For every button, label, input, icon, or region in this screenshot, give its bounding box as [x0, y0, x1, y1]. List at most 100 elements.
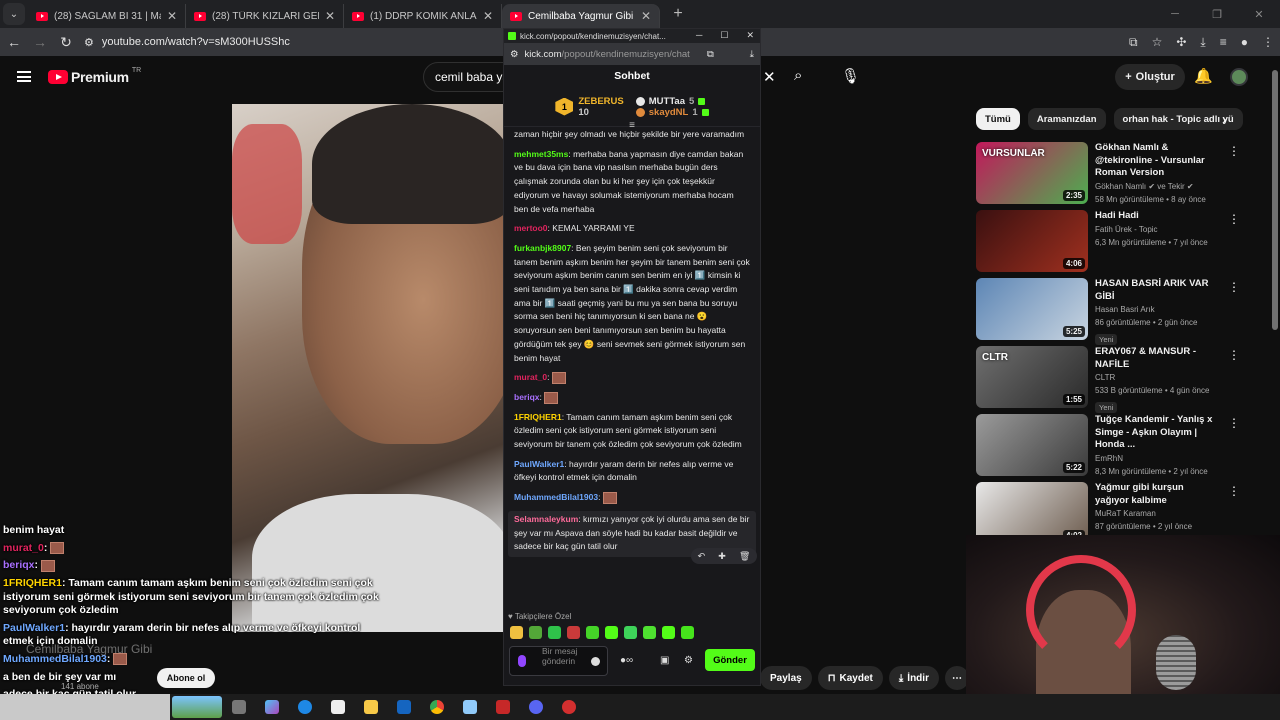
- close-window-icon[interactable]: ✕: [1238, 0, 1280, 28]
- settings-gear-icon[interactable]: ⚙: [684, 655, 693, 666]
- channel-name[interactable]: Cemilbaba Yagmur Gibi: [26, 642, 152, 656]
- chrome-icon[interactable]: [429, 700, 444, 714]
- obs-icon[interactable]: [561, 700, 576, 714]
- more-options-icon[interactable]: ⋮: [1228, 144, 1240, 158]
- close-tab-icon[interactable]: ✕: [167, 9, 177, 23]
- channel-name[interactable]: Gökhan Namlı ✔ ve Tekir ✔: [1095, 180, 1220, 193]
- channel-name[interactable]: MuRaT Karaman: [1095, 507, 1220, 520]
- hamburger-menu-icon[interactable]: [17, 71, 31, 82]
- chat-messages[interactable]: zaman hiçbir şey olmadı ve hiçbir şekild…: [504, 128, 760, 584]
- close-tab-icon[interactable]: ✕: [325, 9, 335, 23]
- new-tab-button[interactable]: +: [668, 4, 688, 24]
- recommendation-item[interactable]: 5:25 HASAN BASRİ ARIK VAR GİBİ Hasan Basri…: [976, 278, 1246, 346]
- close-tab-icon[interactable]: ✕: [641, 9, 651, 23]
- filter-chip[interactable]: Aramanızdan: [1027, 108, 1106, 130]
- gift-icon[interactable]: ▣: [660, 655, 669, 666]
- close-icon[interactable]: ✕: [746, 30, 754, 41]
- close-tab-icon[interactable]: ✕: [483, 9, 493, 23]
- video-title[interactable]: Hadi Hadi: [1095, 210, 1220, 223]
- users-icon[interactable]: ●∞: [620, 655, 633, 666]
- maximize-icon[interactable]: ☐: [720, 30, 728, 41]
- recommendation-item[interactable]: VURSUNLAR 2:35 Gökhan Namlı & @tekironline…: [976, 142, 1246, 210]
- chat-username[interactable]: 1FRIQHER1: [514, 412, 562, 422]
- chat-username[interactable]: mertoo0: [514, 223, 548, 233]
- clear-search-icon[interactable]: ✕: [763, 68, 776, 86]
- translate-icon[interactable]: ⧉: [707, 49, 714, 60]
- reply-icon[interactable]: ↶: [698, 551, 706, 562]
- emote-icon[interactable]: [662, 626, 675, 639]
- video-title[interactable]: Gökhan Namlı & @tekironline - Vursunlar …: [1095, 142, 1220, 180]
- emote-icon[interactable]: [586, 626, 599, 639]
- bookmark-star-icon[interactable]: ☆: [1152, 35, 1163, 49]
- share-button[interactable]: Paylaş: [760, 666, 812, 690]
- download-icon[interactable]: ⤓: [750, 49, 754, 60]
- address-field[interactable]: ⚙ youtube.com/watch?v=sM300HUSShc: [84, 31, 484, 53]
- recommendation-item[interactable]: 4:06 Hadi Hadi Fatih Ürek - Topic 6,3 Mn gö…: [976, 210, 1246, 278]
- chat-username[interactable]: MuhammedBilal1903: [514, 492, 598, 502]
- leaderboard-entry[interactable]: MUTTaa 5: [635, 96, 709, 107]
- account-avatar[interactable]: [1230, 68, 1248, 86]
- minimize-icon[interactable]: ─: [696, 30, 702, 41]
- more-options-icon[interactable]: ⋮: [1228, 348, 1240, 362]
- recommendation-item[interactable]: 5:22 Tuğçe Kandemir - Yanlış x Simge - Aş…: [976, 414, 1246, 482]
- mail-icon[interactable]: [396, 700, 411, 714]
- edge-icon[interactable]: [297, 700, 312, 714]
- site-info-icon[interactable]: ⚙: [84, 36, 94, 49]
- leaderboard-user[interactable]: ZEBERUS: [578, 96, 623, 107]
- video-title[interactable]: HASAN BASRİ ARIK VAR GİBİ: [1095, 278, 1220, 303]
- subscribe-button[interactable]: Abone ol: [157, 668, 215, 688]
- back-button[interactable]: ←: [2, 30, 26, 54]
- menu-icon[interactable]: ⋮: [1262, 35, 1274, 49]
- video-title[interactable]: Yağmur gibi kurşun yağıyor kalbime: [1095, 482, 1220, 507]
- taskbar-search[interactable]: [0, 694, 170, 720]
- task-view-icon[interactable]: [231, 700, 246, 714]
- emote-icon[interactable]: [567, 626, 580, 639]
- filter-chip[interactable]: Tümü: [976, 108, 1020, 130]
- more-options-icon[interactable]: ⋮: [1228, 212, 1240, 226]
- copilot-icon[interactable]: [264, 700, 279, 714]
- create-button[interactable]: + Oluştur: [1115, 64, 1185, 90]
- chat-message[interactable]: mehmet35ms: merhaba bana yapmasın diye c…: [514, 148, 750, 217]
- delete-icon[interactable]: 🗑: [739, 551, 750, 562]
- chat-message-input[interactable]: Bir mesaj gönderin: [509, 646, 608, 676]
- extensions-icon[interactable]: ✣: [1176, 35, 1186, 49]
- video-title[interactable]: ERAY067 & MANSUR - NAFİLE: [1095, 346, 1220, 371]
- page-scrollbar[interactable]: [1272, 70, 1278, 330]
- site-settings-icon[interactable]: ⚙: [510, 49, 519, 60]
- browser-tab[interactable]: (28) TÜRK KIZLARI GERÇEKTEN ✕: [186, 4, 344, 28]
- install-app-icon[interactable]: ⧉: [1129, 35, 1138, 50]
- chat-message[interactable]: furkanbjk8907: Ben şeyim benim seni çok …: [514, 242, 750, 365]
- download-icon[interactable]: ⤓: [1200, 35, 1205, 50]
- more-options-icon[interactable]: ⋮: [1228, 280, 1240, 294]
- channel-name[interactable]: EmRhN: [1095, 452, 1220, 465]
- youtube-logo[interactable]: Premium TR: [48, 67, 141, 85]
- chat-message[interactable]: MuhammedBilal1903:: [514, 491, 750, 505]
- save-button[interactable]: ⊓ Kaydet: [817, 666, 883, 690]
- microphone-icon[interactable]: [518, 655, 526, 667]
- maximize-icon[interactable]: ❐: [1196, 0, 1238, 28]
- emoji-picker-icon[interactable]: [591, 657, 600, 666]
- chat-username[interactable]: Selamnaleykum: [514, 514, 578, 524]
- chat-message[interactable]: mertoo0: KEMAL YARRAMI YE: [514, 222, 750, 236]
- browser-tab[interactable]: Cemilbaba Yagmur Gibi - YouTu ✕: [502, 4, 660, 28]
- leaderboard-toggle-icon[interactable]: ≡: [504, 120, 760, 131]
- channel-name[interactable]: Hasan Basri Arık: [1095, 303, 1220, 316]
- chat-message[interactable]: PaulWalker1: hayırdır yaram derin bir ne…: [514, 458, 750, 485]
- video-thumbnail[interactable]: 4:06: [976, 210, 1088, 272]
- emote-icon[interactable]: [510, 626, 523, 639]
- minimize-icon[interactable]: ─: [1154, 0, 1196, 28]
- emote-icon[interactable]: [605, 626, 618, 639]
- chat-message[interactable]: zaman hiçbir şey olmadı ve hiçbir şekild…: [514, 128, 750, 142]
- video-app-icon[interactable]: [495, 700, 510, 714]
- profile-icon[interactable]: ●: [1241, 35, 1248, 49]
- kick-address-bar[interactable]: ⚙ kick.com/popout/kendinemuzisyen/chat ⧉…: [504, 43, 760, 65]
- reload-button[interactable]: ↻: [54, 30, 78, 54]
- chat-message[interactable]: beriqx:: [514, 391, 750, 405]
- emote-icon[interactable]: [529, 626, 542, 639]
- tab-search-button[interactable]: ⌄: [3, 3, 25, 25]
- search-icon[interactable]: ⌕: [794, 67, 802, 84]
- emote-icon[interactable]: [643, 626, 656, 639]
- more-options-icon[interactable]: ⋮: [1228, 484, 1240, 498]
- browser-tab[interactable]: (28) SAĞLAM Bİ 31 | Madara Ch ✕: [28, 4, 186, 28]
- forward-button[interactable]: →: [28, 30, 52, 54]
